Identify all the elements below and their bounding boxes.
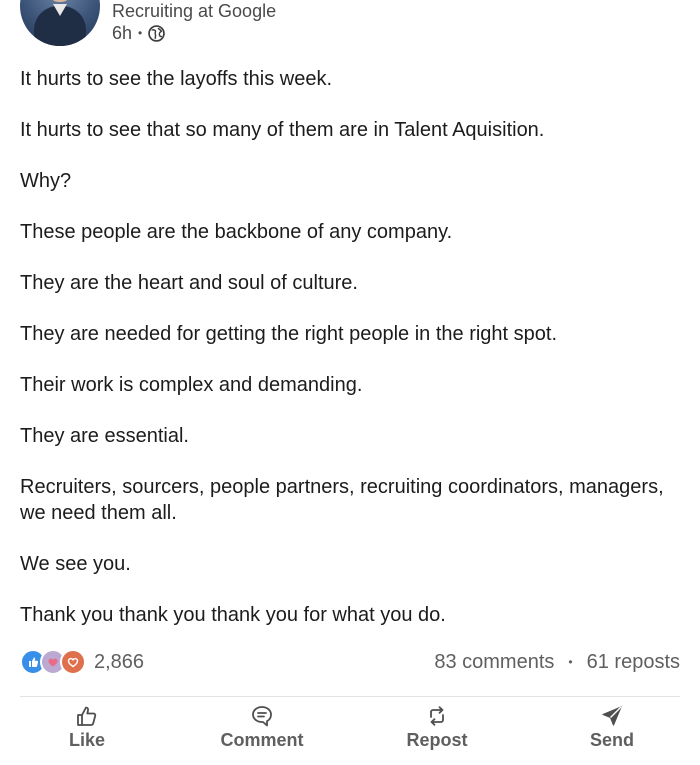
post-paragraph: They are needed for getting the right pe… <box>20 323 558 345</box>
comments-count-link[interactable]: 83 comments <box>434 651 554 674</box>
love-reaction-icon <box>60 649 86 675</box>
comment-button[interactable]: Comment <box>202 704 322 751</box>
divider <box>20 696 680 697</box>
reactions-summary[interactable]: 2,866 <box>20 649 144 675</box>
send-button[interactable]: Send <box>552 704 672 751</box>
post-paragraph: Thank you thank you thank you for what y… <box>20 604 446 626</box>
engagement-counts: 83 comments • 61 reposts <box>434 651 680 674</box>
send-label: Send <box>589 730 634 750</box>
post-paragraph: They are essential. <box>20 425 189 447</box>
post-paragraph: Why? <box>20 170 72 192</box>
post-paragraph: We see you. <box>20 553 131 575</box>
reaction-icons <box>20 649 86 675</box>
thumbs-up-icon <box>75 704 99 730</box>
meta-separator: • <box>138 26 143 40</box>
action-bar: Like Comment Repost Send <box>0 704 700 764</box>
post-body: It hurts to see the layoffs this week. I… <box>20 66 680 653</box>
comment-bubble-icon <box>250 704 274 730</box>
post-paragraph: These people are the backbone of any com… <box>20 221 453 243</box>
like-label: Like <box>68 730 106 750</box>
social-counts: 2,866 83 comments • 61 reposts <box>20 648 680 676</box>
author-subtitle: Recruiting at Google <box>112 1 277 21</box>
repost-button[interactable]: Repost <box>377 704 497 751</box>
author-avatar[interactable] <box>20 0 100 46</box>
avatar-face <box>48 0 72 2</box>
send-plane-icon <box>600 704 624 730</box>
reposts-count-link[interactable]: 61 reposts <box>587 651 680 674</box>
comment-label: Comment <box>220 730 304 750</box>
post-paragraph: It hurts to see the layoffs this week. <box>20 68 333 90</box>
post-time: 6h <box>112 23 133 43</box>
post-meta: 6h • <box>112 22 166 44</box>
repost-label: Repost <box>406 730 468 750</box>
counts-separator: • <box>568 655 573 669</box>
like-button[interactable]: Like <box>27 704 147 751</box>
linkedin-post: Recruiting at Google 6h • It hurts to se… <box>0 0 700 765</box>
post-paragraph: They are the heart and soul of culture. <box>20 272 358 294</box>
post-paragraph: Their work is complex and demanding. <box>20 374 363 396</box>
repost-arrows-icon <box>425 704 449 730</box>
post-paragraph: Recruiters, sourcers, people partners, r… <box>20 476 664 524</box>
reactions-count: 2,866 <box>94 650 145 673</box>
globe-icon <box>148 24 166 42</box>
post-paragraph: It hurts to see that so many of them are… <box>20 119 545 141</box>
